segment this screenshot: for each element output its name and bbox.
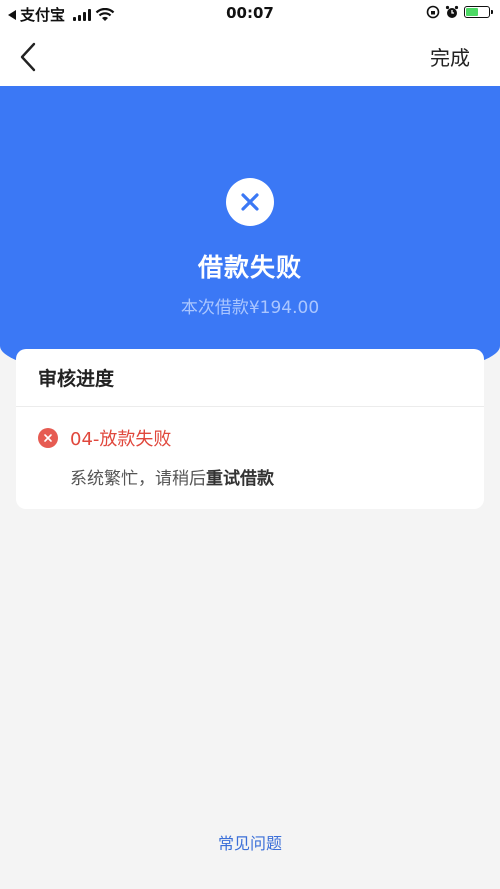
- divider: [16, 406, 484, 407]
- battery-icon: [464, 6, 493, 18]
- close-icon: [44, 434, 52, 442]
- close-icon: [241, 193, 259, 211]
- step-description: 系统繁忙，请稍后重试借款: [70, 464, 274, 489]
- battery-level: [466, 8, 478, 16]
- loan-amount-text: 本次借款¥194.00: [180, 298, 320, 318]
- status-time: 00:07: [226, 4, 274, 22]
- card-title: 审核进度: [38, 368, 115, 390]
- orientation-lock-icon: [426, 5, 440, 19]
- step-desc-prefix: 系统繁忙，请稍后: [70, 469, 206, 489]
- result-header: [0, 86, 500, 386]
- done-button[interactable]: 完成: [430, 42, 470, 71]
- failure-status-badge: [226, 178, 274, 226]
- nav-bar: 完成: [0, 28, 500, 86]
- error-circle-icon: [38, 428, 58, 448]
- chevron-left-icon: [20, 42, 36, 72]
- status-bar-right: [426, 5, 493, 19]
- result-title: 借款失败: [197, 253, 302, 282]
- retry-loan-text: 重试借款: [206, 469, 274, 489]
- step-title: 04-放款失败: [70, 429, 172, 450]
- back-button[interactable]: [14, 40, 44, 74]
- review-progress-card: 审核进度 04-放款失败 系统繁忙，请稍后重试借款: [16, 349, 484, 509]
- faq-link[interactable]: 常见问题: [0, 830, 500, 854]
- status-bar: 支付宝 00:07: [0, 0, 500, 28]
- alarm-icon: [445, 5, 459, 18]
